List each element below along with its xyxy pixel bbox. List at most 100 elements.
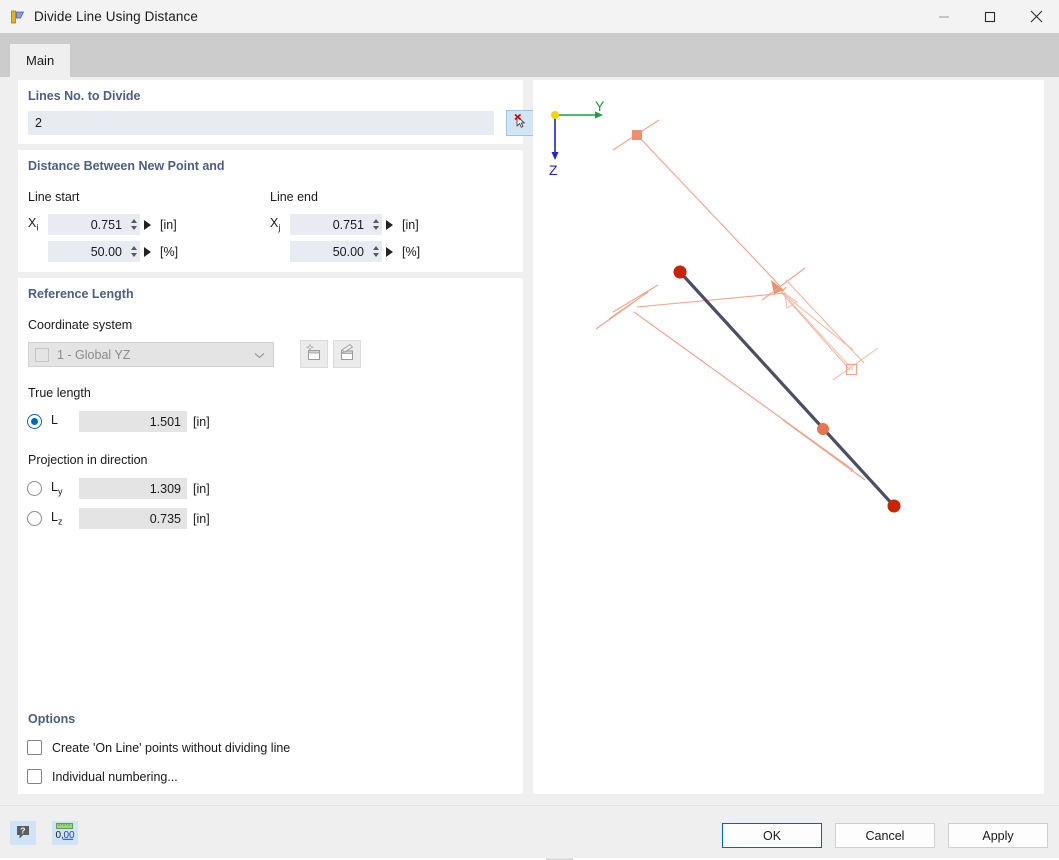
- new-coordinate-system-button[interactable]: [300, 340, 328, 368]
- spin-up-icon[interactable]: [373, 246, 379, 250]
- spin-up-icon[interactable]: [131, 219, 137, 223]
- play-arrow-icon: [386, 220, 393, 230]
- end-length-spinbox[interactable]: 0.751: [290, 214, 382, 235]
- help-icon: ?: [14, 823, 32, 844]
- projection-z-unit: [in]: [193, 512, 210, 526]
- end-percent-spinbox[interactable]: 50.00: [290, 241, 382, 262]
- spin-up-icon[interactable]: [131, 246, 137, 250]
- line-start-node: [674, 266, 687, 279]
- spin-down-icon[interactable]: [373, 226, 379, 230]
- close-button[interactable]: [1013, 0, 1059, 33]
- chevron-down-icon: [254, 348, 265, 362]
- reference-group-title: Reference Length: [28, 287, 134, 301]
- spin-down-icon[interactable]: [373, 253, 379, 257]
- radio-projection-z[interactable]: [27, 511, 42, 526]
- edit-coordinate-system-button[interactable]: [333, 340, 361, 368]
- minimize-button[interactable]: [921, 0, 967, 33]
- start-percent-spinbox[interactable]: 50.00: [48, 241, 140, 262]
- spin-down-icon[interactable]: [131, 253, 137, 257]
- start-percent-unit: [%]: [160, 245, 178, 259]
- projection-label: Projection in direction: [28, 453, 148, 467]
- apply-button[interactable]: Apply: [948, 823, 1048, 848]
- projection-y-unit: [in]: [193, 482, 210, 496]
- true-length-radio-label: L: [51, 413, 79, 430]
- units-button[interactable]: 0, 00: [52, 821, 78, 845]
- radio-projection-y[interactable]: [27, 481, 42, 496]
- start-length-var: Xi: [28, 216, 48, 233]
- end-percent-row: 50.00 [%]: [270, 241, 420, 262]
- end-length-spinner[interactable]: [369, 214, 382, 235]
- start-length-spinner[interactable]: [127, 214, 140, 235]
- projection-y-row: Ly 1.309 [in]: [27, 478, 210, 499]
- coordinate-system-color-swatch: [35, 348, 49, 362]
- spin-up-icon[interactable]: [373, 219, 379, 223]
- projection-z-value: 0.735: [150, 512, 181, 526]
- new-coordinate-system-icon: [304, 343, 324, 366]
- options-group: Options Create 'On Line' points without …: [18, 703, 523, 794]
- line-end-node: [888, 500, 901, 513]
- true-length-value-field[interactable]: 1.501: [79, 411, 187, 432]
- coordinate-system-value: 1 - Global YZ: [57, 348, 130, 362]
- end-percent-expand-button[interactable]: [382, 241, 396, 262]
- end-percent-unit: [%]: [402, 245, 420, 259]
- ok-button[interactable]: OK: [722, 823, 822, 848]
- start-length-row: Xi 0.751 [in]: [28, 214, 177, 235]
- distance-group-title: Distance Between New Point and: [28, 159, 225, 173]
- option-numbering-label: Individual numbering...: [52, 770, 178, 784]
- projection-y-value: 1.309: [150, 482, 181, 496]
- dialog-body: Lines No. to Divide Distance Between New…: [0, 77, 1059, 805]
- play-arrow-icon: [386, 247, 393, 257]
- svg-text:Z: Z: [549, 162, 558, 178]
- model-viewport[interactable]: Y Z: [533, 80, 1044, 794]
- projection-z-row: Lz 0.735 [in]: [27, 508, 210, 529]
- dimension-annotation-secondary: [781, 280, 864, 370]
- end-percent-spinner[interactable]: [369, 241, 382, 262]
- maximize-button[interactable]: [967, 0, 1013, 33]
- help-button[interactable]: ?: [10, 821, 36, 845]
- cancel-button[interactable]: Cancel: [835, 823, 935, 848]
- checkbox-create-on-line-points[interactable]: [27, 740, 42, 755]
- pick-object-button[interactable]: [506, 110, 536, 136]
- structural-line: [674, 266, 901, 513]
- end-length-expand-button[interactable]: [382, 214, 396, 235]
- axis-triad: Y Z: [549, 98, 605, 178]
- start-length-spinbox[interactable]: 0.751: [48, 214, 140, 235]
- distance-group: Distance Between New Point and Line star…: [18, 150, 523, 272]
- radio-true-length[interactable]: [27, 414, 42, 429]
- end-length-unit: [in]: [402, 218, 419, 232]
- spin-down-icon[interactable]: [131, 226, 137, 230]
- true-length-unit: [in]: [193, 415, 210, 429]
- divide-line-icon: [10, 9, 26, 25]
- option-on-line-label: Create 'On Line' points without dividing…: [52, 741, 290, 755]
- reference-length-group: Reference Length Coordinate system 1 - G…: [18, 278, 523, 759]
- start-length-unit: [in]: [160, 218, 177, 232]
- pick-object-cursor-icon: [512, 113, 530, 134]
- option-individual-numbering-row[interactable]: Individual numbering...: [27, 769, 178, 784]
- projection-y-radio-label: Ly: [51, 480, 79, 497]
- checkbox-individual-numbering[interactable]: [27, 769, 42, 784]
- start-length-expand-button[interactable]: [140, 214, 154, 235]
- end-length-var: Xj: [270, 216, 290, 233]
- dimension-geometry: [613, 120, 878, 380]
- edit-coordinate-system-icon: [337, 343, 357, 366]
- lines-no-to-divide-group: Lines No. to Divide: [18, 80, 523, 144]
- line-mid-node: [817, 423, 829, 435]
- end-length-value: 0.751: [290, 218, 369, 232]
- end-percent-value: 50.00: [290, 245, 369, 259]
- svg-text:?: ?: [20, 825, 25, 835]
- lines-no-input[interactable]: [28, 111, 494, 135]
- projection-y-value-field[interactable]: 1.309: [79, 478, 187, 499]
- projection-z-value-field[interactable]: 0.735: [79, 508, 187, 529]
- tab-main[interactable]: Main: [10, 44, 70, 77]
- option-on-line-row[interactable]: Create 'On Line' points without dividing…: [27, 740, 290, 755]
- coordinate-system-label: Coordinate system: [28, 318, 132, 332]
- play-arrow-icon: [144, 220, 151, 230]
- start-percent-spinner[interactable]: [127, 241, 140, 262]
- options-group-title: Options: [28, 712, 75, 726]
- coordinate-system-select[interactable]: 1 - Global YZ: [28, 342, 274, 367]
- start-percent-row: 50.00 [%]: [28, 241, 178, 262]
- model-graphic: Y Z: [533, 80, 1044, 794]
- true-length-row: L 1.501 [in]: [27, 411, 210, 432]
- lines-group-title: Lines No. to Divide: [28, 89, 141, 103]
- start-percent-expand-button[interactable]: [140, 241, 154, 262]
